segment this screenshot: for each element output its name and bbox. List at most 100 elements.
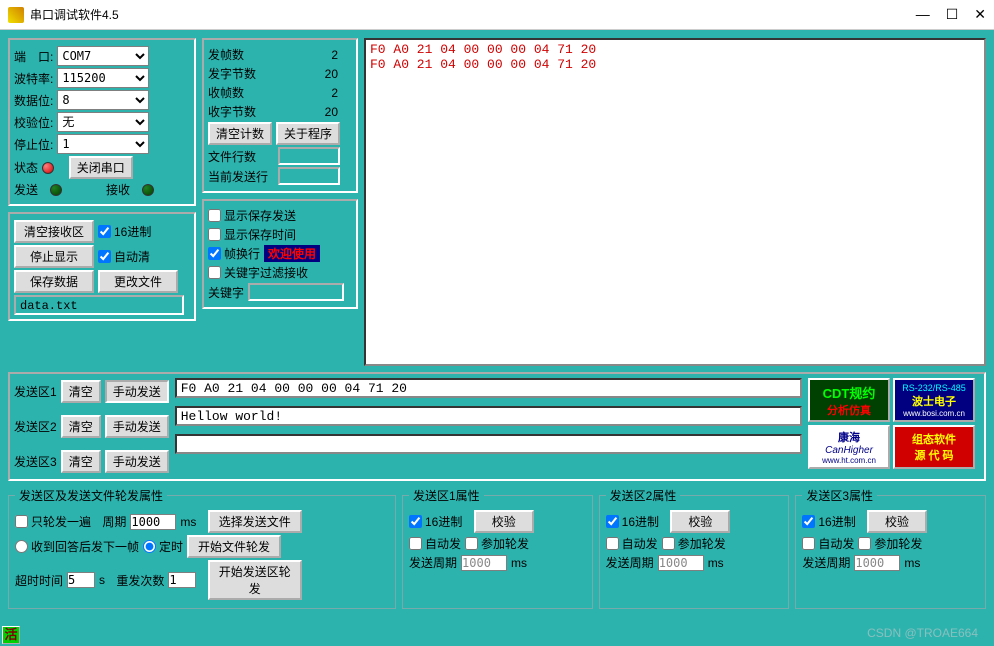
ad-canhigher[interactable]: 康海CanHigherwww.ht.com.cn (808, 425, 890, 469)
send-area1-label: 发送区1 (14, 383, 57, 400)
send-area2-input[interactable] (175, 406, 802, 426)
tx-bytes-value: 20 (268, 67, 338, 81)
timed-radio[interactable]: 定时 (143, 538, 183, 555)
start-file-poll-button[interactable]: 开始文件轮发 (187, 535, 281, 558)
area3-auto-checkbox[interactable]: 自动发 (802, 535, 854, 552)
poll-once-checkbox[interactable]: 只轮发一遍 (15, 513, 91, 530)
databits-label: 数据位: (14, 92, 53, 109)
parity-select[interactable]: 无 (57, 112, 149, 132)
send-led-icon (50, 184, 62, 196)
retry-input[interactable] (168, 572, 196, 588)
watermark: CSDN @TROAE664 (867, 626, 978, 640)
filename-field[interactable]: data.txt (14, 295, 184, 315)
recv-controls-panel: 清空接收区16进制 停止显示自动清 保存数据更改文件 data.txt (8, 212, 196, 321)
window-title: 串口调试软件4.5 (30, 6, 119, 23)
tx-frames-value: 2 (268, 48, 338, 62)
timeout-input[interactable] (67, 572, 95, 588)
keyword-filter-checkbox[interactable]: 关键字过滤接收 (208, 264, 308, 281)
ad-cdt[interactable]: CDT规约分析仿真 (808, 378, 890, 422)
reply-next-radio[interactable]: 收到回答后发下一帧 (15, 538, 139, 555)
auto-clear-checkbox[interactable]: 自动清 (98, 248, 150, 265)
clear-count-button[interactable]: 清空计数 (208, 122, 272, 145)
select-file-button[interactable]: 选择发送文件 (208, 510, 302, 533)
manual-send2-button[interactable]: 手动发送 (105, 415, 169, 438)
clear-recv-button[interactable]: 清空接收区 (14, 220, 94, 243)
area3-check-button[interactable]: 校验 (867, 510, 927, 533)
close-port-button[interactable]: 关闭串口 (69, 156, 133, 179)
ime-status-icon[interactable]: 活 (2, 626, 20, 644)
send-area2-label: 发送区2 (14, 418, 57, 435)
file-lines-label: 文件行数 (208, 148, 274, 165)
area1-props-group: 发送区1属性 16进制 校验 自动发参加轮发 发送周期ms (402, 487, 593, 609)
recv-options-panel: 显示保存发送 显示保存时间 帧换行欢迎使用 关键字过滤接收 关键字 (202, 199, 358, 309)
send-area1-input[interactable] (175, 378, 802, 398)
show-save-send-checkbox[interactable]: 显示保存发送 (208, 207, 296, 224)
manual-send3-button[interactable]: 手动发送 (105, 450, 169, 473)
port-settings-panel: 端 口:COM7 波特率:115200 数据位:8 校验位:无 停止位:1 状态… (8, 38, 196, 206)
parity-label: 校验位: (14, 114, 53, 131)
titlebar: 串口调试软件4.5 — ☐ ✕ (0, 0, 994, 30)
hex-recv-checkbox[interactable]: 16进制 (98, 223, 151, 240)
app-icon (8, 7, 24, 23)
poll-legend: 发送区及发送文件轮发属性 (15, 487, 167, 504)
recv-led-icon (142, 184, 154, 196)
rx-frames-value: 2 (268, 86, 338, 100)
save-data-button[interactable]: 保存数据 (14, 270, 94, 293)
timeout-label: 超时时间 (15, 572, 63, 589)
period-input[interactable] (130, 514, 176, 530)
show-save-time-checkbox[interactable]: 显示保存时间 (208, 226, 296, 243)
baud-select[interactable]: 115200 (57, 68, 149, 88)
area3-join-checkbox[interactable]: 参加轮发 (858, 535, 922, 552)
clear-area2-button[interactable]: 清空 (61, 415, 101, 438)
minimize-button[interactable]: — (916, 6, 930, 23)
maximize-button[interactable]: ☐ (946, 6, 959, 23)
databits-select[interactable]: 8 (57, 90, 149, 110)
stats-panel: 发帧数2 发字节数20 收帧数2 收字节数20 清空计数关于程序 文件行数 当前… (202, 38, 358, 193)
status-led-icon (42, 162, 54, 174)
period-label: 周期 (102, 513, 126, 530)
area3-hex-checkbox[interactable]: 16进制 (802, 513, 855, 530)
area2-period-input (658, 555, 704, 571)
send-area3-label: 发送区3 (14, 453, 57, 470)
send-areas-panel: 发送区1清空手动发送 发送区2清空手动发送 发送区3清空手动发送 CDT规约分析… (8, 372, 986, 481)
tx-bytes-label: 发字节数 (208, 65, 264, 82)
welcome-badge: 欢迎使用 (264, 245, 320, 262)
port-label: 端 口: (14, 48, 53, 65)
ad-source[interactable]: 组态软件源 代 码 (893, 425, 975, 469)
change-file-button[interactable]: 更改文件 (98, 270, 178, 293)
stop-display-button[interactable]: 停止显示 (14, 245, 94, 268)
status-label: 状态 (14, 159, 38, 176)
frame-wrap-checkbox[interactable]: 帧换行 (208, 245, 260, 262)
close-button[interactable]: ✕ (974, 6, 986, 23)
rx-bytes-label: 收字节数 (208, 103, 264, 120)
area2-auto-checkbox[interactable]: 自动发 (606, 535, 658, 552)
receive-textarea[interactable]: F0 A0 21 04 00 00 00 04 71 20 F0 A0 21 0… (364, 38, 986, 366)
about-button[interactable]: 关于程序 (276, 122, 340, 145)
area1-auto-checkbox[interactable]: 自动发 (409, 535, 461, 552)
rx-bytes-value: 20 (268, 105, 338, 119)
clear-area1-button[interactable]: 清空 (61, 380, 101, 403)
area3-props-group: 发送区3属性 16进制 校验 自动发参加轮发 发送周期ms (795, 487, 986, 609)
area2-join-checkbox[interactable]: 参加轮发 (662, 535, 726, 552)
ad-bosi[interactable]: RS-232/RS-485波士电子www.bosi.com.cn (893, 378, 975, 422)
manual-send1-button[interactable]: 手动发送 (105, 380, 169, 403)
area2-check-button[interactable]: 校验 (670, 510, 730, 533)
baud-label: 波特率: (14, 70, 53, 87)
area2-props-group: 发送区2属性 16进制 校验 自动发参加轮发 发送周期ms (599, 487, 790, 609)
poll-settings-group: 发送区及发送文件轮发属性 只轮发一遍 周期 ms 选择发送文件 收到回答后发下一… (8, 487, 396, 609)
send-area3-input[interactable] (175, 434, 802, 454)
recv-led-label: 接收 (106, 181, 130, 198)
start-area-poll-button[interactable]: 开始发送区轮发 (208, 560, 302, 600)
stopbits-select[interactable]: 1 (57, 134, 149, 154)
clear-area3-button[interactable]: 清空 (61, 450, 101, 473)
area1-check-button[interactable]: 校验 (474, 510, 534, 533)
area1-hex-checkbox[interactable]: 16进制 (409, 513, 462, 530)
file-lines-value (278, 147, 340, 165)
port-select[interactable]: COM7 (57, 46, 149, 66)
area1-join-checkbox[interactable]: 参加轮发 (465, 535, 529, 552)
keyword-input[interactable] (248, 283, 344, 301)
stopbits-label: 停止位: (14, 136, 53, 153)
rx-frames-label: 收帧数 (208, 84, 264, 101)
area2-hex-checkbox[interactable]: 16进制 (606, 513, 659, 530)
cur-send-value (278, 167, 340, 185)
